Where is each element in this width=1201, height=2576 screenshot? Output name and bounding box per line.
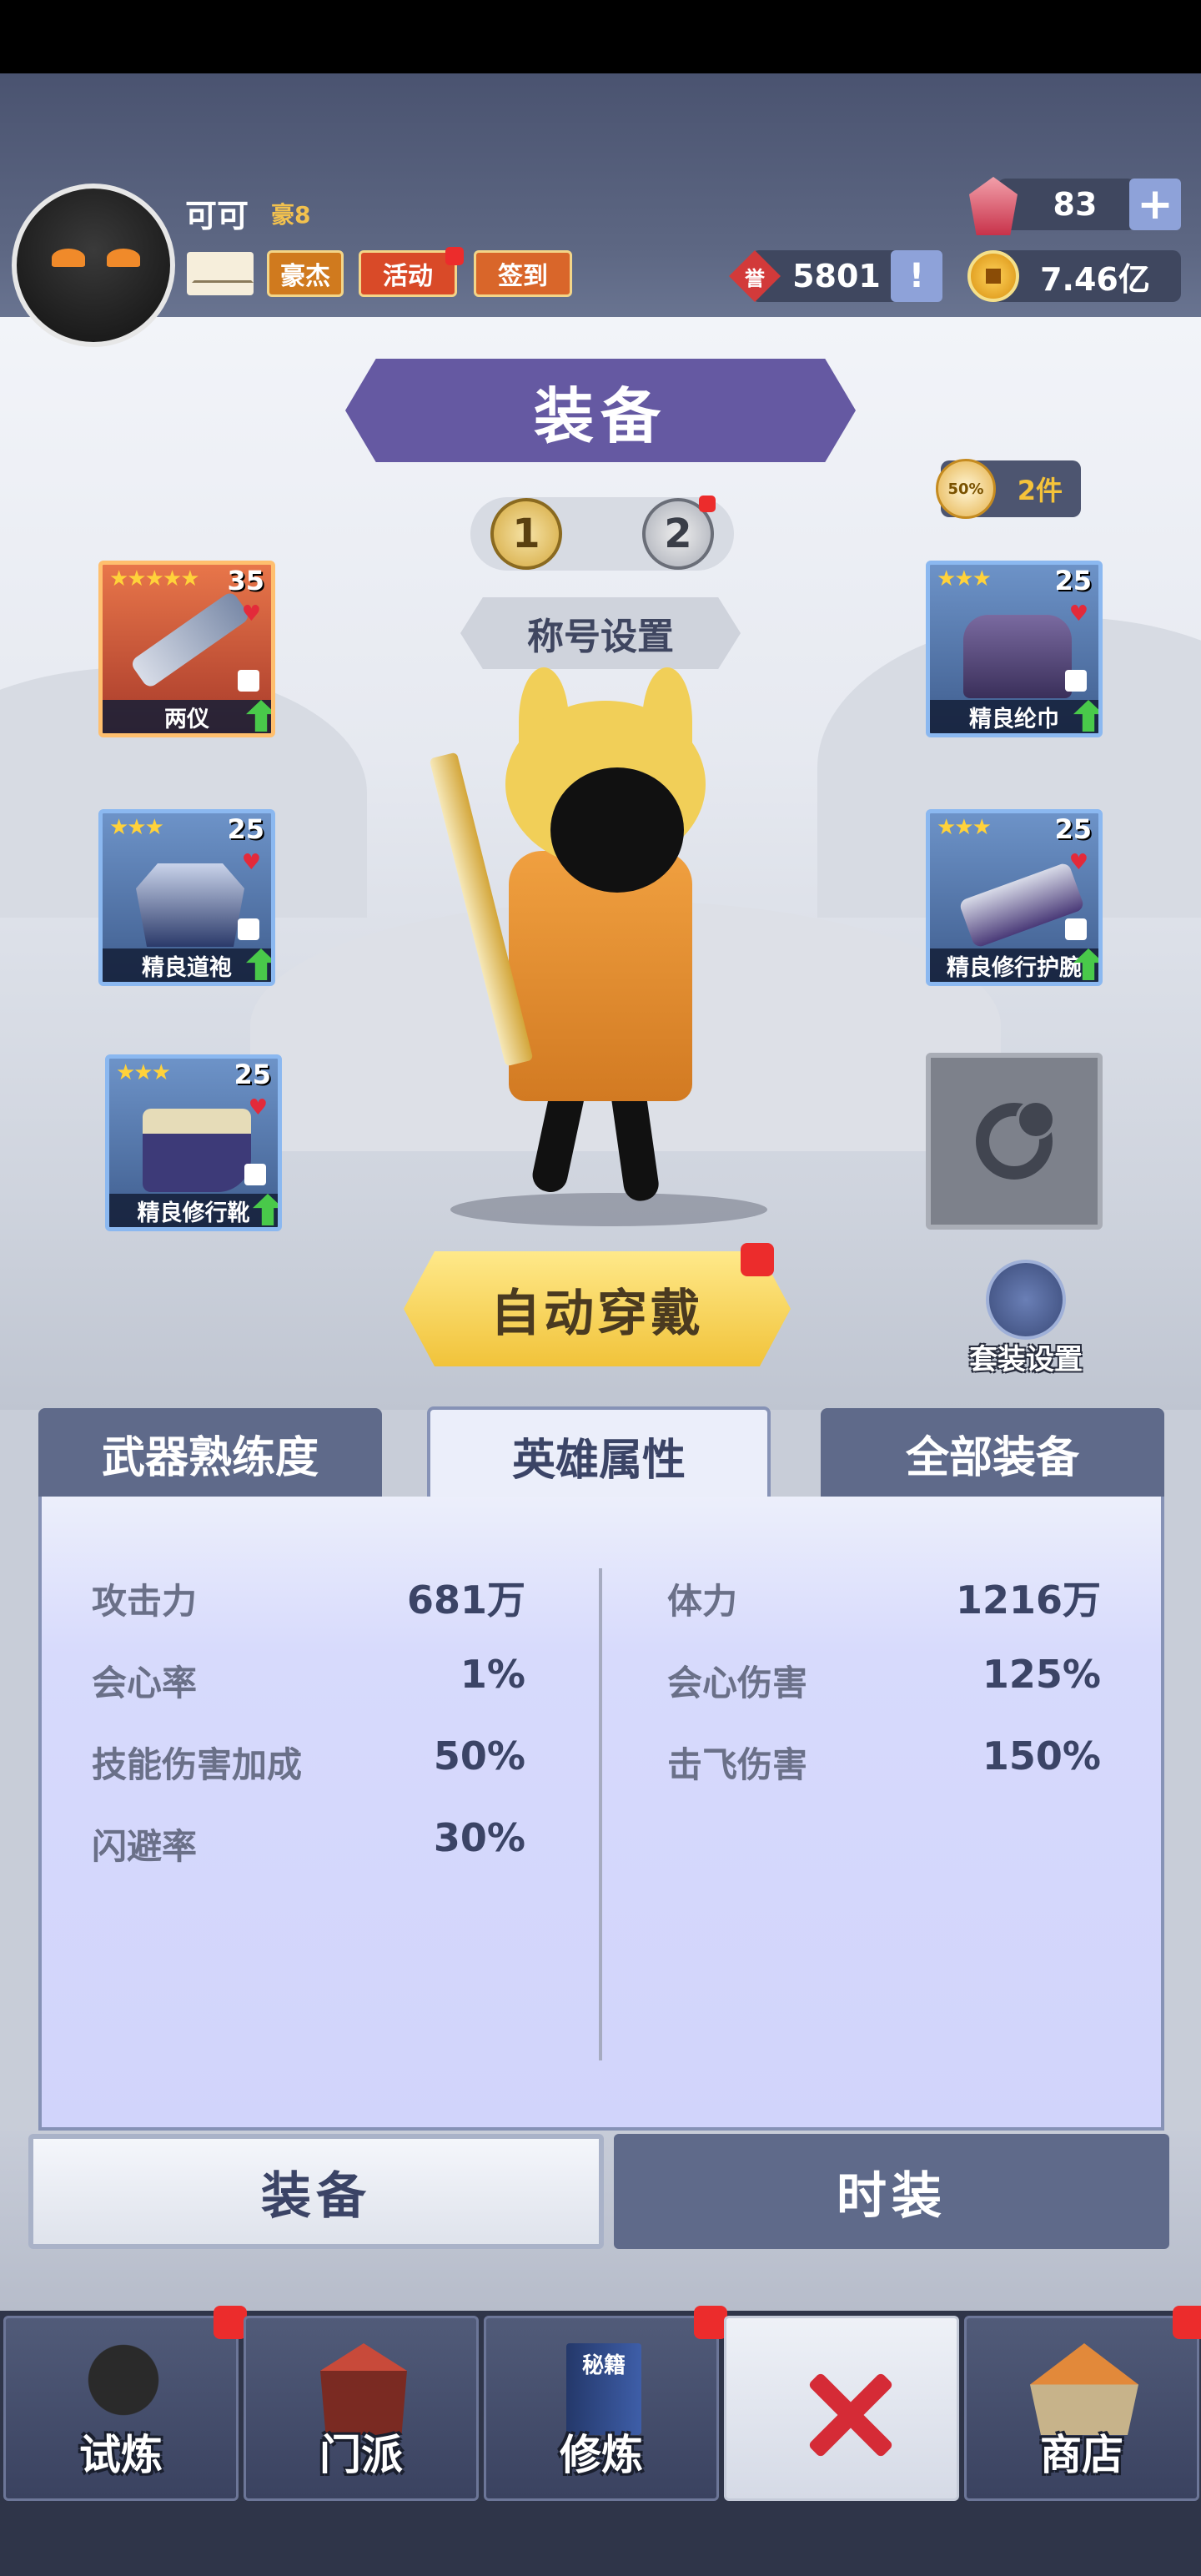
stat-value: 1% <box>460 1652 525 1697</box>
heart-icon: ♥ <box>241 850 261 875</box>
item-level: 35 <box>227 565 264 596</box>
item-level: 25 <box>1054 813 1092 845</box>
tab-equipment[interactable]: 装备 <box>28 2134 604 2249</box>
notification-dot <box>741 1243 774 1276</box>
stat-value: 30% <box>433 1815 525 1860</box>
set-count-label: 2件 <box>1017 475 1063 506</box>
set-count-badge[interactable]: 50% 2件 <box>936 459 1081 519</box>
stat-key: 会心伤害 <box>667 1663 808 1703</box>
tab-hero-stats[interactable]: 英雄属性 <box>427 1406 771 1502</box>
item-level: 25 <box>1054 565 1092 596</box>
gold-coin-icon <box>967 250 1019 302</box>
honor-info-button[interactable]: ! <box>891 250 942 302</box>
wrench-icon <box>986 1260 1066 1340</box>
add-gems-button[interactable]: + <box>1129 179 1181 230</box>
hero-face <box>550 767 684 893</box>
nav-label: 门派 <box>319 2431 403 2479</box>
title-settings-button[interactable]: 称号设置 <box>460 597 741 669</box>
star-rating: ★★★ <box>116 1060 171 1085</box>
hat-icon <box>963 615 1072 698</box>
notification-dot <box>214 2306 247 2339</box>
avatar-eye <box>107 249 140 267</box>
slot-weapon[interactable]: ★★★★★ 35 ♥ 两仪 <box>98 561 275 737</box>
page-title: 装备 <box>345 359 856 462</box>
slot-accessory-empty[interactable] <box>926 1053 1103 1230</box>
heart-icon: ♥ <box>241 601 261 626</box>
suit-settings-label: 套装设置 <box>969 1343 1083 1376</box>
stat-value: 50% <box>433 1733 525 1779</box>
hero-button[interactable]: 豪杰 <box>267 250 344 297</box>
star-rating: ★★★ <box>937 815 992 840</box>
suit-settings-button[interactable]: 套装设置 <box>959 1260 1093 1385</box>
avatar[interactable] <box>12 184 175 347</box>
item-name: 精良纶巾 <box>930 700 1098 733</box>
lock-icon <box>238 918 259 940</box>
stat-key: 会心率 <box>92 1663 198 1703</box>
nav-shop[interactable]: 商店 <box>964 2316 1199 2501</box>
star-rating: ★★★ <box>109 815 164 840</box>
item-level: 25 <box>234 1059 271 1090</box>
nav-trial[interactable]: 试炼 <box>3 2316 239 2501</box>
stat-key: 技能伤害加成 <box>92 1744 303 1785</box>
lock-icon <box>238 670 259 692</box>
boot-icon <box>143 1109 251 1192</box>
nav-cultivate[interactable]: 秘籍 修炼 <box>484 2316 719 2501</box>
slot-headgear[interactable]: ★★★ 25 ♥ 精良纶巾 <box>926 561 1103 737</box>
avatar-eye <box>52 249 85 267</box>
item-name: 两仪 <box>103 700 271 733</box>
item-level: 25 <box>227 813 264 845</box>
mail-icon[interactable] <box>187 252 254 295</box>
robe-icon <box>136 863 244 947</box>
stat-key: 击飞伤害 <box>667 1744 808 1785</box>
player-name: 可可 <box>185 198 249 234</box>
nav-label: 试炼 <box>79 2431 163 2479</box>
star-rating: ★★★★★ <box>109 566 200 591</box>
stat-key: 攻击力 <box>92 1581 198 1622</box>
item-name: 精良修行靴 <box>109 1194 278 1227</box>
stat-value: 150% <box>982 1733 1101 1779</box>
close-icon <box>802 2368 893 2460</box>
heart-icon: ♥ <box>248 1095 268 1120</box>
notification-dot <box>445 247 464 265</box>
nav-sect[interactable]: 门派 <box>244 2316 479 2501</box>
gem-count: 83 <box>997 179 1136 230</box>
star-rating: ★★★ <box>937 566 992 591</box>
item-name: 精良修行护腕 <box>930 948 1098 982</box>
nav-label: 修炼 <box>560 2431 643 2479</box>
heart-icon: ♥ <box>1068 850 1088 875</box>
event-button[interactable]: 活动 <box>359 250 457 297</box>
stat-key: 体力 <box>667 1581 738 1622</box>
stat-value: 125% <box>982 1652 1101 1697</box>
status-bar <box>0 0 1201 73</box>
stats-divider <box>599 1568 602 2060</box>
slot-armor[interactable]: ★★★ 25 ♥ 精良道袍 <box>98 809 275 986</box>
stat-key: 闪避率 <box>92 1826 198 1867</box>
nav-label: 商店 <box>1040 2431 1123 2479</box>
tab-all-equipment[interactable]: 全部装备 <box>821 1408 1164 1498</box>
lock-icon <box>244 1164 266 1185</box>
auto-equip-button[interactable]: 自动穿戴 <box>404 1251 791 1366</box>
empty-slot-icon <box>976 1099 1056 1180</box>
sword-icon <box>129 590 251 690</box>
vip-badge: 豪8 <box>271 201 311 229</box>
slot-bracer[interactable]: ★★★ 25 ♥ 精良修行护腕 <box>926 809 1103 986</box>
set-scroll-icon: 50% <box>936 459 996 519</box>
notification-dot <box>694 2306 727 2339</box>
hero-shadow <box>450 1193 767 1226</box>
stat-value: 1216万 <box>955 1577 1101 1623</box>
lock-icon <box>1065 918 1087 940</box>
notification-dot <box>699 496 716 512</box>
loadout-page-1[interactable]: 1 <box>490 498 562 570</box>
tab-fashion[interactable]: 时装 <box>614 2134 1169 2249</box>
notification-dot <box>1173 2306 1201 2339</box>
heart-icon: ♥ <box>1068 601 1088 626</box>
tab-weapon-mastery[interactable]: 武器熟练度 <box>38 1408 382 1498</box>
lock-icon <box>1065 670 1087 692</box>
signin-button[interactable]: 签到 <box>474 250 572 297</box>
slot-boots[interactable]: ★★★ 25 ♥ 精良修行靴 <box>105 1054 282 1231</box>
stat-value: 681万 <box>406 1577 525 1623</box>
item-name: 精良道袍 <box>103 948 271 982</box>
nav-close[interactable] <box>724 2316 959 2501</box>
